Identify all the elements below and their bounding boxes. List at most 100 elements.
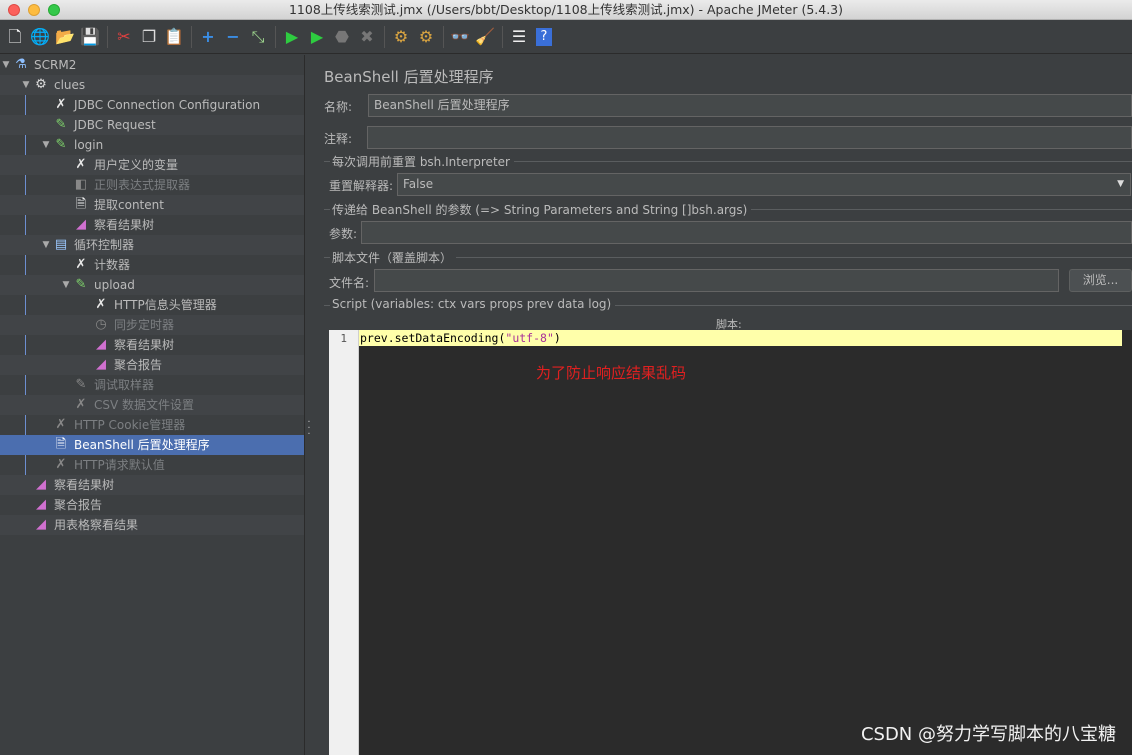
zoom-window-button[interactable]: [48, 4, 60, 16]
tree-item-jdbc-config[interactable]: ✗ JDBC Connection Configuration: [0, 95, 304, 115]
help-icon[interactable]: ?: [533, 26, 555, 48]
wrench-icon: ✗: [55, 97, 67, 112]
tree-item-label: 循环控制器: [74, 238, 135, 252]
toolbar-separator: [443, 25, 444, 48]
tree-item-label: 用户定义的变量: [94, 158, 179, 172]
close-window-button[interactable]: [8, 4, 20, 16]
tree-item-counter[interactable]: ✗ 计数器: [0, 255, 304, 275]
code-text: prev.setDataEncoding(: [360, 331, 506, 345]
reset-interpreter-label: 重置解释器:: [329, 179, 394, 193]
chevron-down-icon[interactable]: ▼: [20, 75, 32, 95]
cut-icon[interactable]: ✂: [113, 26, 135, 48]
pipette-icon: ✎: [55, 117, 67, 132]
name-label: 名称:: [324, 100, 353, 114]
function-helper-icon[interactable]: ☰: [508, 26, 530, 48]
tree-item-label: 察看结果树: [54, 478, 115, 492]
test-plan-tree: ▼ ⚗ SCRM2 ▼ ⚙ clues ✗ JDBC Connection Co…: [0, 55, 305, 755]
reset-interpreter-section: 每次调用前重置 bsh.Interpreter: [324, 153, 1132, 170]
section-title: 传递给 BeanShell 的参数 (=> String Parameters …: [330, 201, 752, 218]
tree-item-view-results-tree-2[interactable]: ◢ 察看结果树: [0, 335, 304, 355]
reset-search-icon[interactable]: 🧹: [474, 26, 496, 48]
line-number: 1: [340, 332, 347, 345]
tree-item-view-results-tree[interactable]: ◢ 察看结果树: [0, 215, 304, 235]
line-number-gutter: 1: [329, 330, 359, 755]
toolbar-separator: [275, 25, 276, 48]
tree-item-aggregate-report-2[interactable]: ◢ 聚合报告: [0, 495, 304, 515]
window-controls: [8, 4, 60, 16]
tree-item-view-results-tree-3[interactable]: ◢ 察看结果树: [0, 475, 304, 495]
start-no-pause-icon[interactable]: ▶: [306, 26, 328, 48]
pane-splitter-handle[interactable]: · · ·: [307, 418, 311, 440]
tree-item-label: SCRM2: [34, 58, 77, 72]
paste-icon[interactable]: 📋: [163, 26, 185, 48]
name-field[interactable]: BeanShell 后置处理程序: [368, 94, 1132, 117]
tree-item-beanshell-postprocessor[interactable]: 🗎 BeanShell 后置处理程序: [0, 435, 304, 455]
minimize-window-button[interactable]: [28, 4, 40, 16]
search-icon[interactable]: 👓: [449, 26, 471, 48]
tree-item-sync-timer[interactable]: ◷ 同步定时器: [0, 315, 304, 335]
loop-icon: ▤: [54, 237, 68, 252]
tree-item-extract-content[interactable]: 🗎 提取content: [0, 195, 304, 215]
window-titlebar: 1108上传线索测试.jmx (/Users/bbt/Desktop/1108上…: [0, 0, 1132, 20]
save-icon[interactable]: 💾: [79, 26, 101, 48]
section-title: 每次调用前重置 bsh.Interpreter: [330, 153, 514, 170]
window-title: 1108上传线索测试.jmx (/Users/bbt/Desktop/1108上…: [288, 2, 844, 17]
toggle-icon[interactable]: ⤡: [247, 26, 269, 48]
tree-item-login[interactable]: ▼ ✎ login: [0, 135, 304, 155]
tree-item-scrm2[interactable]: ▼ ⚗ SCRM2: [0, 55, 304, 75]
templates-icon[interactable]: 🌐: [29, 26, 51, 48]
script-file-section: 脚本文件（覆盖脚本）: [324, 249, 1132, 266]
parameters-field[interactable]: [361, 221, 1132, 244]
shutdown-icon[interactable]: ✖: [356, 26, 378, 48]
tree-item-clues[interactable]: ▼ ⚙ clues: [0, 75, 304, 95]
chevron-down-icon[interactable]: ▼: [60, 275, 72, 295]
start-icon[interactable]: ▶: [281, 26, 303, 48]
tree-item-debug-sampler[interactable]: ✎ 调试取样器: [0, 375, 304, 395]
tree-item-csv-data-set[interactable]: ✗ CSV 数据文件设置: [0, 395, 304, 415]
comment-label: 注释:: [324, 132, 353, 146]
expand-icon[interactable]: +: [197, 26, 219, 48]
tree-item-upload[interactable]: ▼ ✎ upload: [0, 275, 304, 295]
clear-icon[interactable]: ⚙: [390, 26, 412, 48]
tree-item-aggregate-report[interactable]: ◢ 聚合报告: [0, 355, 304, 375]
reset-interpreter-select[interactable]: False ▼: [397, 173, 1131, 196]
script-section: Script (variables: ctx vars props prev d…: [324, 297, 1132, 312]
tree-item-user-vars[interactable]: ✗ 用户定义的变量: [0, 155, 304, 175]
stop-icon[interactable]: ⬣: [331, 26, 353, 48]
browse-button[interactable]: 浏览...: [1069, 269, 1132, 292]
comment-field[interactable]: [367, 126, 1132, 149]
copy-icon[interactable]: ❐: [138, 26, 160, 48]
wrench-icon: ✗: [55, 417, 67, 432]
file-name-field[interactable]: [374, 269, 1059, 292]
pipette-icon: ✎: [75, 277, 87, 292]
chart-icon: ◢: [76, 217, 86, 232]
reset-interpreter-value: False: [403, 177, 434, 191]
chevron-down-icon[interactable]: ▼: [40, 235, 52, 255]
chart-icon: ◢: [36, 517, 46, 532]
tree-item-jdbc-request[interactable]: ✎ JDBC Request: [0, 115, 304, 135]
tree-item-loop-controller[interactable]: ▼ ▤ 循环控制器: [0, 235, 304, 255]
tree-item-http-request-defaults[interactable]: ✗ HTTP请求默认值: [0, 455, 304, 475]
tree-item-label: JDBC Connection Configuration: [74, 98, 261, 112]
toolbar-separator: [191, 25, 192, 48]
main-toolbar: 🗋 🌐 📂 💾 ✂ ❐ 📋 + − ⤡ ▶ ▶ ⬣ ✖ ⚙ ⚙ 👓 🧹 ☰ ?: [0, 20, 1132, 54]
tree-item-http-cookie-manager[interactable]: ✗ HTTP Cookie管理器: [0, 415, 304, 435]
clear-all-icon[interactable]: ⚙: [415, 26, 437, 48]
script-icon: 🗎: [75, 197, 87, 212]
open-icon[interactable]: 📂: [54, 26, 76, 48]
tree-item-http-header-manager[interactable]: ✗ HTTP信息头管理器: [0, 295, 304, 315]
tree-item-label: HTTP请求默认值: [74, 458, 165, 472]
gear-icon: ⚙: [35, 77, 47, 92]
collapse-icon[interactable]: −: [222, 26, 244, 48]
chevron-down-icon[interactable]: ▼: [0, 55, 12, 75]
chevron-down-icon: ▼: [1117, 179, 1124, 189]
script-editor[interactable]: 1 prev.setDataEncoding("utf-8") 为了防止响应结果…: [329, 330, 1132, 755]
code-line[interactable]: prev.setDataEncoding("utf-8"): [359, 330, 1122, 346]
new-icon[interactable]: 🗋: [4, 26, 26, 48]
chevron-down-icon[interactable]: ▼: [40, 135, 52, 155]
tree-item-label: clues: [54, 78, 86, 92]
tree-item-view-results-table[interactable]: ◢ 用表格察看结果: [0, 515, 304, 535]
tree-item-label: 计数器: [94, 258, 131, 272]
tree-item-regex-extractor[interactable]: ◧ 正则表达式提取器: [0, 175, 304, 195]
tree-item-label: HTTP信息头管理器: [114, 298, 217, 312]
